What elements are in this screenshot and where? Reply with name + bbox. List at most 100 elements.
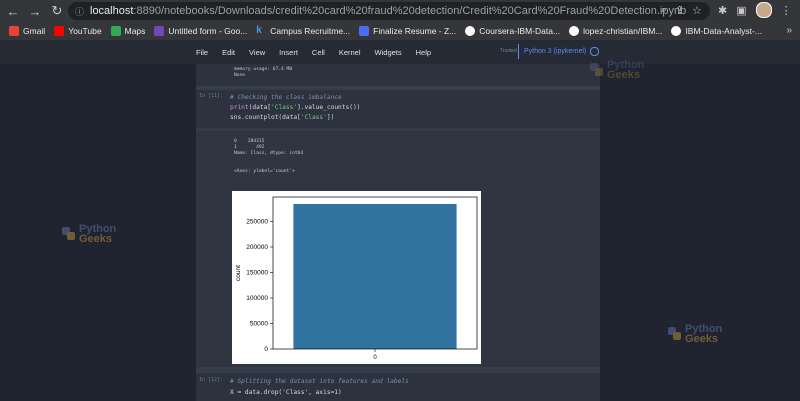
profile-avatar[interactable] xyxy=(755,2,772,18)
code-text: ].value_counts()) xyxy=(297,104,361,111)
code-text: sns.countplot(data[ xyxy=(230,114,301,121)
menu-file[interactable]: File xyxy=(196,48,208,57)
bookmarks-bar: Gmail YouTube Maps Untitled form - Goo..… xyxy=(0,22,800,41)
watermark-geeks: Geeks xyxy=(79,233,113,245)
y-axis-label: count xyxy=(235,265,242,281)
output-line: Name: Class, dtype: int64 xyxy=(234,151,304,156)
code-comment: # Splitting the dataset into features an… xyxy=(230,378,409,385)
countplot-chart: 0 0 50000 100000 150000 200000 250000 count xyxy=(235,196,478,361)
code-comment: # Checking the class imbalance xyxy=(230,94,342,101)
youtube-icon xyxy=(54,26,65,36)
code-string: 'Class' xyxy=(300,114,327,121)
bookmark-label: Untitled form - Goo... xyxy=(168,26,248,36)
watermark-python-geeks: Python Geeks xyxy=(62,224,116,245)
bookmark-label: IBM-Data-Analyst-... xyxy=(685,26,762,36)
bookmark-coursera-ibm[interactable]: Coursera-IBM-Data... xyxy=(465,26,560,36)
bookmark-label: Campus Recruitme... xyxy=(270,26,351,36)
url-host: localhost xyxy=(90,5,134,17)
back-icon[interactable]: ← xyxy=(4,2,22,20)
bookmark-star-icon[interactable]: ☆ xyxy=(692,4,702,17)
sidebar-icon[interactable]: ▣ xyxy=(736,4,746,17)
menu-kernel[interactable]: Kernel xyxy=(339,48,361,57)
watermark-geeks: Geeks xyxy=(607,69,641,81)
k-icon: k xyxy=(256,25,262,36)
zety-icon xyxy=(359,26,370,36)
reload-icon[interactable]: ↻ xyxy=(48,2,66,20)
x-tick-label: 0 xyxy=(373,355,377,361)
watermark-text: Python Geeks xyxy=(685,324,722,345)
code-text: ]) xyxy=(326,114,335,121)
bookmark-untitled-form[interactable]: Untitled form - Goo... xyxy=(154,26,247,36)
y-tick-label: 250000 xyxy=(246,218,268,225)
watermark-text: Python Geeks xyxy=(607,60,644,81)
cell-prompt: In [11]: xyxy=(199,93,224,99)
menu-view[interactable]: View xyxy=(249,48,265,57)
code-cell-class-imbalance[interactable]: In [11]: # Checking the class imbalance … xyxy=(196,90,600,128)
y-tick-label: 150000 xyxy=(246,269,268,276)
trusted-indicator[interactable]: Trusted xyxy=(500,48,517,54)
browser-toolbar: ← → ↻ ⓘ localhost:8890/notebooks/Downloa… xyxy=(0,0,800,22)
y-tick-label: 200000 xyxy=(246,244,268,251)
bookmark-label: Finalize Resume - Z... xyxy=(373,26,457,36)
bookmark-maps[interactable]: Maps xyxy=(110,26,146,36)
maps-icon xyxy=(110,26,121,36)
gmail-icon xyxy=(9,26,19,36)
notebook-menu: File Edit View Insert Cell Kernel Widget… xyxy=(196,40,445,64)
github-icon xyxy=(465,26,476,36)
bookmark-youtube[interactable]: YouTube xyxy=(54,26,102,36)
watermark-geeks: Geeks xyxy=(685,333,719,345)
menu-edit[interactable]: Edit xyxy=(222,48,235,57)
menu-insert[interactable]: Insert xyxy=(279,48,298,57)
output-line: None xyxy=(234,73,246,78)
code-line: X = data.drop('Class', axis=1) xyxy=(230,389,342,396)
bookmark-label: Maps xyxy=(124,26,146,36)
code-line: # Splitting the dataset into features an… xyxy=(230,377,409,387)
address-bar[interactable]: ⓘ localhost:8890/notebooks/Downloads/cre… xyxy=(68,2,710,20)
code-string: 'Class' xyxy=(271,104,298,111)
bookmark-finalize-resume[interactable]: Finalize Resume - Z... xyxy=(359,26,456,36)
bookmark-label: Coursera-IBM-Data... xyxy=(479,26,561,36)
kernel-name: Python 3 (ipykernel) xyxy=(524,48,587,55)
menu-cell[interactable]: Cell xyxy=(312,48,325,57)
forms-icon xyxy=(154,26,165,36)
y-tick-label: 50000 xyxy=(250,320,268,327)
code-line: # Checking the class imbalance xyxy=(230,93,342,103)
cell-prompt: In [12]: xyxy=(199,377,224,383)
menu-help[interactable]: Help xyxy=(416,48,431,57)
code-line: sns.countplot(data['Class']) xyxy=(230,113,334,123)
kernel-status-icon xyxy=(590,47,600,56)
bookmark-label: Gmail xyxy=(23,26,46,36)
extensions-icon[interactable]: ✱ xyxy=(718,4,727,17)
info-icon[interactable]: ⓘ xyxy=(75,5,85,17)
share-icon[interactable]: ⇪ xyxy=(675,4,684,17)
watermark-python-geeks: Python Geeks xyxy=(668,324,722,345)
more-menu-icon[interactable]: ⋮ xyxy=(781,4,792,17)
bookmark-label: YouTube xyxy=(68,26,102,36)
github-icon xyxy=(671,26,682,36)
kernel-indicator[interactable]: Python 3 (ipykernel) xyxy=(518,44,600,59)
code-line: print(data['Class'].value_counts()) xyxy=(230,103,360,113)
y-tick-label: 0 xyxy=(264,346,268,353)
bookmarks-more-icon[interactable]: » xyxy=(786,25,792,36)
bar-class-0 xyxy=(293,203,457,349)
watermark-text: Python Geeks xyxy=(79,224,116,245)
bookmark-ibm-data-analyst[interactable]: IBM-Data-Analyst-... xyxy=(671,26,762,36)
python-geeks-logo-icon xyxy=(590,63,604,77)
code-cell-split-dataset[interactable]: In [12]: # Splitting the dataset into fe… xyxy=(196,373,600,401)
bookmark-label: lopez-christian/IBM... xyxy=(583,26,663,36)
python-geeks-logo-icon xyxy=(62,227,76,241)
bookmark-campus-recruitment[interactable]: k Campus Recruitme... xyxy=(256,25,351,37)
menu-widgets[interactable]: Widgets xyxy=(375,48,402,57)
code-text: (data[ xyxy=(248,104,271,111)
bookmark-lopez-christian[interactable]: lopez-christian/IBM... xyxy=(569,26,662,36)
countplot-figure: 0 0 50000 100000 150000 200000 250000 count xyxy=(232,191,481,364)
code-fn: print xyxy=(230,104,249,111)
output-cell-memory: memory usage: 67.4 MB None xyxy=(196,64,600,86)
url-text: localhost:8890/notebooks/Downloads/credi… xyxy=(90,5,686,17)
url-path: :8890/notebooks/Downloads/credit%20card%… xyxy=(133,5,687,17)
python-geeks-logo-icon xyxy=(668,327,682,341)
forward-icon[interactable]: → xyxy=(26,2,44,20)
bookmark-gmail[interactable]: Gmail xyxy=(9,26,45,36)
zoom-icon[interactable]: ⌕ xyxy=(661,4,667,17)
watermark-python-geeks: Python Geeks xyxy=(590,60,644,81)
